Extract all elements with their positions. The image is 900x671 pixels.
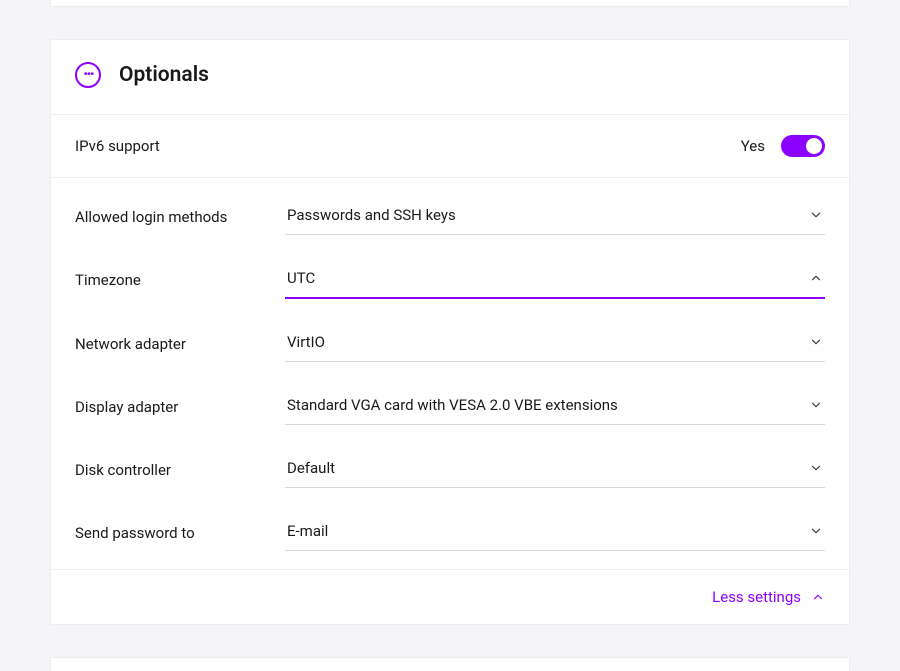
login-methods-row: Allowed login methodsPasswords and SSH k…: [51, 186, 849, 249]
timezone-row: TimezoneUTC: [51, 249, 849, 313]
chevron-down-icon: [809, 398, 823, 412]
less-settings-label: Less settings: [712, 588, 801, 606]
ipv6-support-row: IPv6 support Yes: [51, 115, 849, 178]
optionals-card: ... Optionals IPv6 support Yes Allowed l…: [50, 39, 850, 625]
chevron-down-icon: [809, 335, 823, 349]
chevron-up-icon: [809, 271, 823, 285]
send-password-to-row: Send password toE-mail: [51, 502, 849, 565]
field-rows: Allowed login methodsPasswords and SSH k…: [51, 178, 849, 569]
send-password-to-label: Send password to: [75, 524, 285, 542]
send-password-to-value: E-mail: [287, 522, 328, 540]
display-adapter-row: Display adapterStandard VGA card with VE…: [51, 376, 849, 439]
less-settings-button[interactable]: Less settings: [51, 569, 849, 624]
disk-controller-value: Default: [287, 459, 335, 477]
ellipsis-circle-icon: ...: [75, 62, 101, 88]
toggle-knob: [806, 138, 822, 154]
send-password-to-select[interactable]: E-mail: [285, 514, 825, 551]
display-adapter-select[interactable]: Standard VGA card with VESA 2.0 VBE exte…: [285, 388, 825, 425]
chevron-down-icon: [809, 461, 823, 475]
previous-card-stub: [50, 0, 850, 7]
ipv6-toggle[interactable]: [781, 135, 825, 157]
network-adapter-value: VirtIO: [287, 333, 325, 351]
network-adapter-label: Network adapter: [75, 335, 285, 353]
section-title: Optionals: [119, 63, 209, 87]
disk-controller-label: Disk controller: [75, 461, 285, 479]
login-methods-select[interactable]: Passwords and SSH keys: [285, 198, 825, 235]
timezone-label: Timezone: [75, 271, 285, 289]
network-adapter-row: Network adapterVirtIO: [51, 313, 849, 376]
login-methods-label: Allowed login methods: [75, 208, 285, 226]
timezone-select[interactable]: UTC: [285, 261, 825, 299]
chevron-up-icon: [811, 590, 825, 604]
disk-controller-row: Disk controllerDefault: [51, 439, 849, 502]
login-methods-value: Passwords and SSH keys: [287, 206, 456, 224]
network-adapter-select[interactable]: VirtIO: [285, 325, 825, 362]
section-header: ... Optionals: [51, 40, 849, 115]
chevron-down-icon: [809, 208, 823, 222]
timezone-value: UTC: [287, 269, 315, 287]
next-card-stub: [50, 657, 850, 671]
ipv6-label: IPv6 support: [75, 137, 160, 155]
ipv6-state-label: Yes: [741, 137, 765, 155]
display-adapter-label: Display adapter: [75, 398, 285, 416]
display-adapter-value: Standard VGA card with VESA 2.0 VBE exte…: [287, 396, 618, 414]
chevron-down-icon: [809, 524, 823, 538]
disk-controller-select[interactable]: Default: [285, 451, 825, 488]
